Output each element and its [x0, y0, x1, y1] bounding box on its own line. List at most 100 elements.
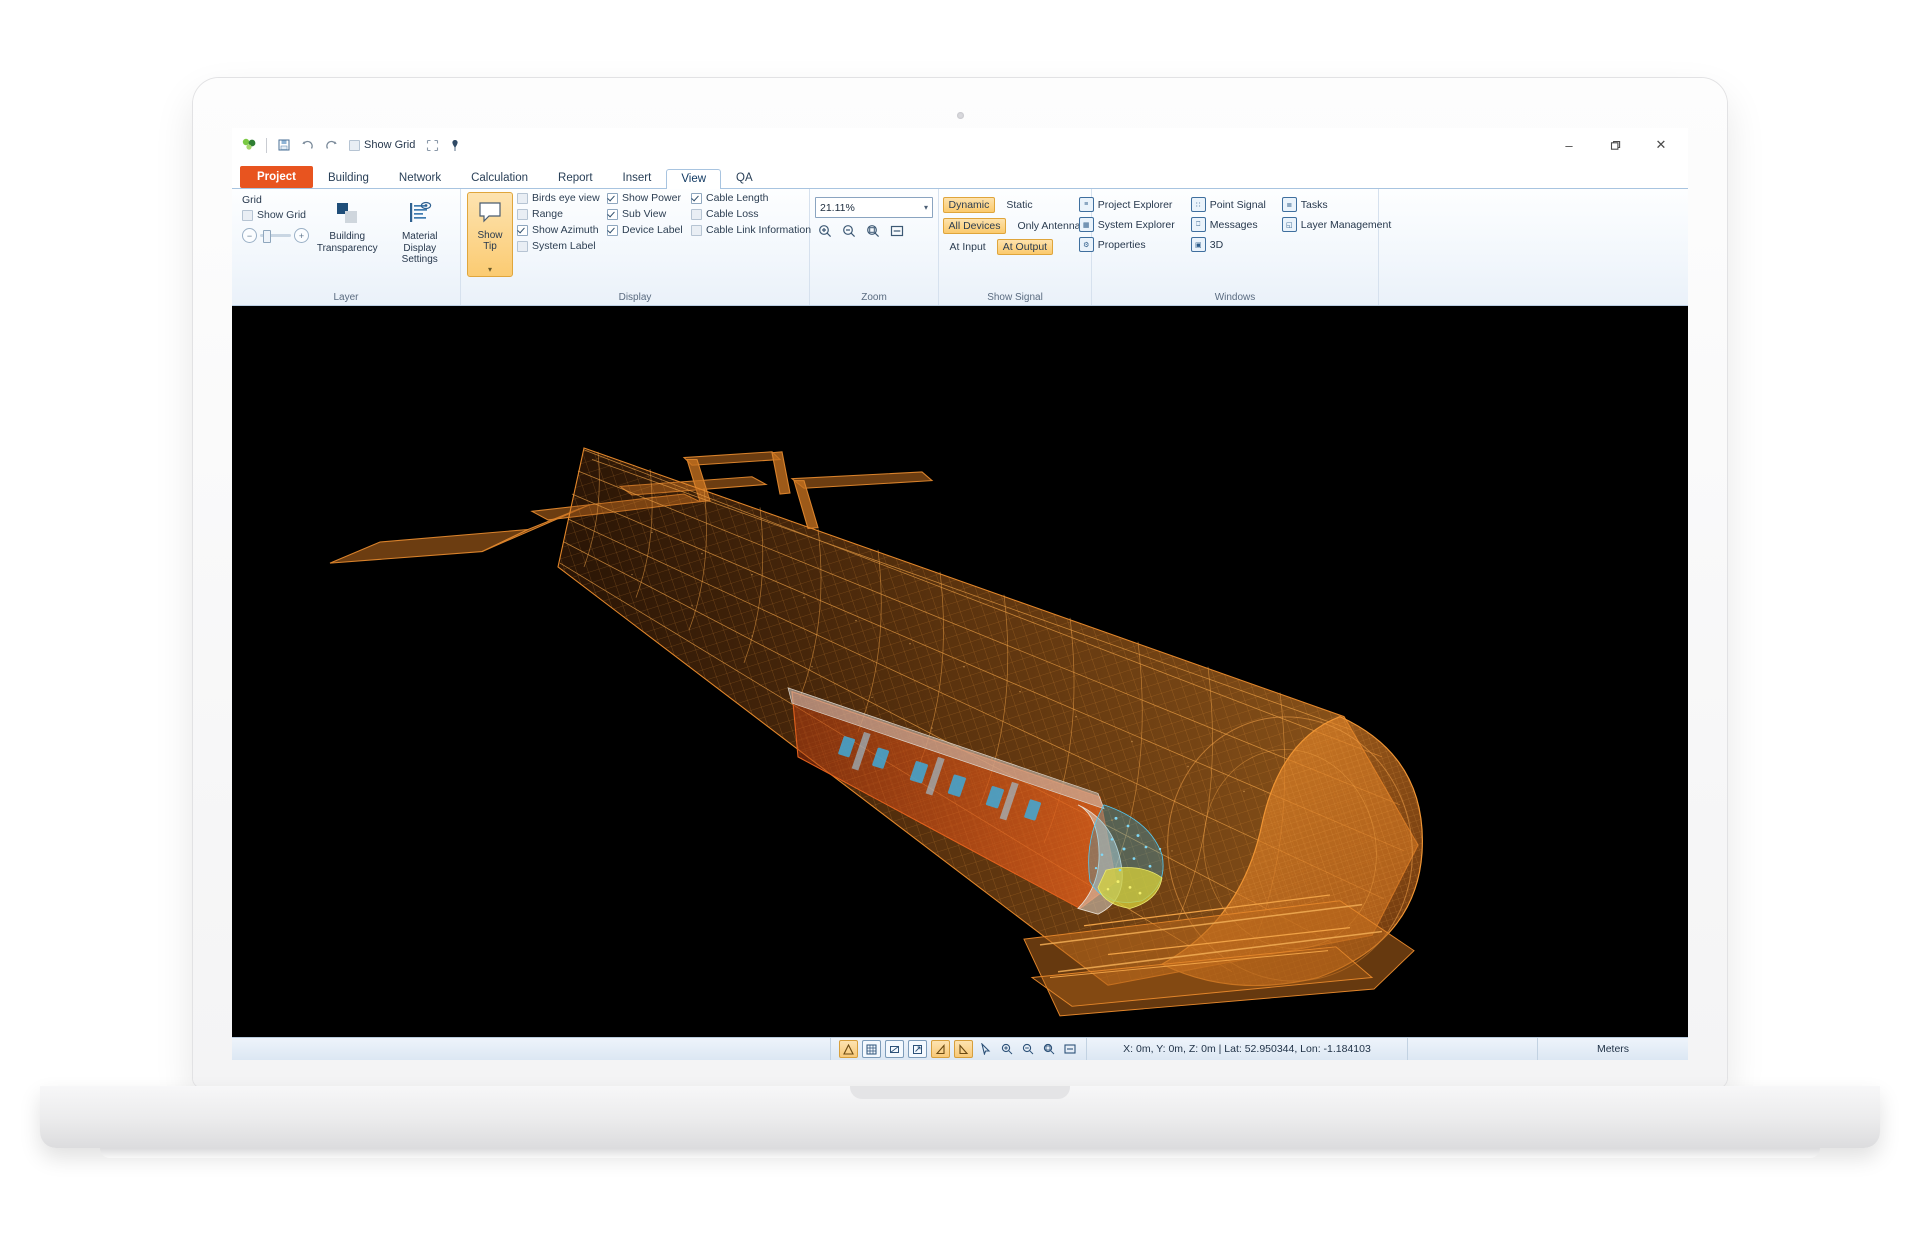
signal-at-output-button[interactable]: At Output	[996, 239, 1054, 255]
cable-link-information-checkbox[interactable]	[691, 225, 702, 236]
device-label-row[interactable]: Device Label	[607, 224, 687, 237]
snap-vertex-icon[interactable]	[839, 1040, 858, 1058]
snap-perpendicular-icon[interactable]	[954, 1040, 973, 1058]
layer-management-button[interactable]: ◱ Layer Management	[1280, 216, 1393, 233]
grid-slider-knob[interactable]	[263, 230, 271, 243]
pin-icon[interactable]	[448, 138, 462, 153]
tab-qa[interactable]: QA	[721, 168, 768, 189]
zoom-out-icon[interactable]	[841, 223, 856, 238]
show-power-row[interactable]: Show Power	[607, 192, 687, 205]
cable-loss-checkbox[interactable]	[691, 209, 702, 220]
show-grid-checkbox[interactable]	[242, 210, 253, 221]
undo-icon[interactable]	[299, 138, 316, 152]
show-grid-row[interactable]: Show Grid	[238, 209, 309, 222]
save-icon[interactable]	[276, 138, 292, 152]
status-zoom-out-icon[interactable]	[1019, 1041, 1036, 1057]
grid-slider-track[interactable]	[260, 230, 291, 243]
cable-length-label: Cable Length	[706, 192, 769, 204]
grid-zoom-in-button[interactable]: +	[293, 228, 309, 243]
snap-midpoint-icon[interactable]	[885, 1040, 904, 1058]
screenshot-root: Show Grid – ✕ Project Building Network C…	[0, 0, 1920, 1240]
tab-building[interactable]: Building	[313, 168, 384, 189]
project-explorer-button[interactable]: ≡ Project Explorer	[1077, 196, 1177, 213]
material-display-settings-button[interactable]: Material Display Settings	[385, 192, 454, 269]
model-viewport[interactable]	[232, 306, 1688, 1037]
grid-zoom-out-button[interactable]: −	[242, 228, 257, 243]
redo-icon[interactable]	[323, 138, 340, 152]
tab-view[interactable]: View	[666, 168, 722, 189]
ribbon-group-zoom-label: Zoom	[861, 292, 887, 303]
birds-eye-view-row[interactable]: Birds eye view	[517, 192, 603, 205]
zoom-selection-icon[interactable]	[865, 223, 880, 238]
birds-eye-view-checkbox[interactable]	[517, 193, 528, 204]
tab-project[interactable]: Project	[240, 165, 313, 188]
status-zoom-extents-icon[interactable]	[1061, 1041, 1078, 1057]
quick-access-toolbar: Show Grid	[242, 137, 462, 153]
properties-button[interactable]: ⚙ Properties	[1077, 236, 1177, 253]
signal-dynamic-button[interactable]: Dynamic	[942, 197, 996, 213]
close-button[interactable]: ✕	[1638, 130, 1684, 160]
threed-button[interactable]: ▣ 3D	[1189, 236, 1268, 253]
zoom-level-value: 21.11%	[820, 201, 855, 214]
building-transparency-label: Building Transparency	[316, 231, 378, 254]
chevron-down-icon[interactable]: ▾	[924, 203, 928, 212]
device-label-checkbox[interactable]	[607, 225, 618, 236]
show-grid-label: Show Grid	[257, 209, 307, 221]
minimize-button[interactable]: –	[1546, 130, 1592, 160]
cable-link-information-row[interactable]: Cable Link Information	[691, 224, 811, 237]
zoom-in-icon[interactable]	[817, 223, 832, 238]
properties-label: Properties	[1097, 238, 1146, 251]
tab-report[interactable]: Report	[543, 168, 608, 189]
cable-length-row[interactable]: Cable Length	[691, 192, 803, 205]
show-azimuth-row[interactable]: Show Azimuth	[517, 224, 603, 237]
signal-static-button[interactable]: Static	[999, 196, 1039, 214]
system-label-checkbox[interactable]	[517, 241, 528, 252]
display-checkbox-column-3: Cable Length Cable Loss Cable Link Infor…	[691, 192, 811, 237]
layer-management-icon: ◱	[1281, 217, 1297, 232]
threed-label: 3D	[1209, 238, 1224, 251]
cable-loss-row[interactable]: Cable Loss	[691, 208, 803, 221]
material-display-settings-icon	[407, 198, 433, 228]
snap-angle-icon[interactable]	[931, 1040, 950, 1058]
maximize-button[interactable]	[1592, 130, 1638, 160]
sub-view-checkbox[interactable]	[607, 209, 618, 220]
show-tip-dropdown-icon[interactable]: ▾	[488, 265, 492, 274]
zoom-buttons	[815, 223, 933, 238]
signal-all-devices-button[interactable]: All Devices	[942, 218, 1007, 234]
point-signal-button[interactable]: ∷ Point Signal	[1189, 196, 1268, 213]
messages-button[interactable]: ⎕ Messages	[1189, 216, 1268, 233]
signal-at-input-button[interactable]: At Input	[943, 238, 993, 256]
show-signal-controls: Dynamic Static All Devices Only Antenna …	[942, 192, 1088, 256]
messages-label: Messages	[1209, 218, 1258, 231]
ribbon-group-display-label: Display	[618, 292, 652, 303]
status-zoom-in-icon[interactable]	[998, 1041, 1015, 1057]
grid-density-slider[interactable]: − +	[238, 222, 309, 243]
system-label-row[interactable]: System Label	[517, 240, 603, 253]
zoom-level-combo[interactable]: 21.11% ▾	[815, 197, 933, 218]
select-area-icon[interactable]	[424, 138, 441, 152]
ribbon-group-display: Show Tip ▾ Birds eye view Range Show Azi…	[461, 189, 811, 305]
tasks-button[interactable]: ≣ Tasks	[1280, 196, 1393, 213]
show-azimuth-checkbox[interactable]	[517, 225, 528, 236]
cable-length-checkbox[interactable]	[691, 193, 702, 204]
tab-calculation[interactable]: Calculation	[456, 168, 543, 189]
building-transparency-button[interactable]: Building Transparency	[313, 192, 382, 257]
snap-grid-icon[interactable]	[862, 1040, 881, 1058]
system-explorer-button[interactable]: ▦ System Explorer	[1077, 216, 1177, 233]
pointer-icon[interactable]	[977, 1041, 994, 1057]
status-spacer	[1408, 1038, 1537, 1060]
ribbon-group-windows: ≡ Project Explorer ∷ Point Signal ≣ Task…	[1078, 189, 1391, 305]
tab-insert[interactable]: Insert	[608, 168, 667, 189]
range-checkbox[interactable]	[517, 209, 528, 220]
show-tip-button[interactable]: Show Tip ▾	[467, 192, 513, 277]
zoom-fit-icon[interactable]	[889, 223, 904, 238]
status-zoom-window-icon[interactable]	[1040, 1041, 1057, 1057]
show-power-checkbox[interactable]	[607, 193, 618, 204]
range-row[interactable]: Range	[517, 208, 603, 221]
quick-show-grid-checkbox[interactable]	[349, 139, 360, 151]
tab-network[interactable]: Network	[384, 168, 456, 189]
snap-extend-icon[interactable]	[908, 1040, 927, 1058]
sub-view-row[interactable]: Sub View	[607, 208, 687, 221]
signal-row-point: At Input At Output	[943, 238, 1088, 256]
quick-show-grid-toggle[interactable]: Show Grid	[347, 138, 417, 152]
